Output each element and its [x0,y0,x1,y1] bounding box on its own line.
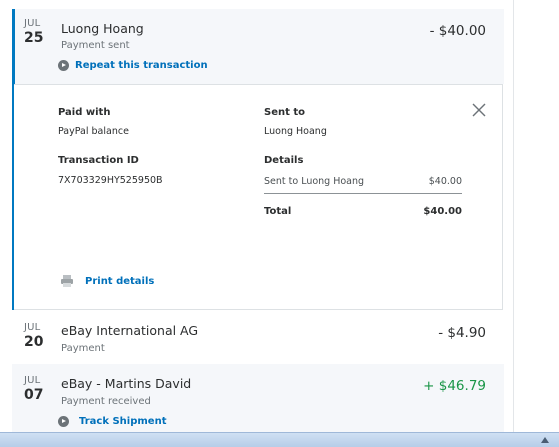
transaction-name: eBay - Martins David [61,376,192,391]
taskbar [0,432,559,447]
details-divider [264,193,462,194]
transaction-row[interactable]: JUL 25 Luong Hoang Payment sent - $40.00… [12,9,504,84]
date-day: 20 [24,334,44,350]
line-item-label: Sent to Luong Hoang [264,176,365,187]
transaction-amount: + $46.79 [423,378,486,394]
repeat-transaction-link[interactable]: Repeat this transaction [75,60,208,71]
transaction-id-label: Transaction ID [58,155,139,166]
transaction-details-panel: Paid with PayPal balance Transaction ID … [14,84,503,310]
transaction-row[interactable]: JUL 07 eBay - Martins David Payment rece… [12,364,504,432]
sent-to-value: Luong Hoang [264,126,327,137]
track-shipment-link[interactable]: Track Shipment [79,416,166,427]
date-month: JUL [24,375,41,386]
date-month: JUL [24,322,41,333]
total-label: Total [264,206,292,217]
date-month: JUL [24,18,41,29]
transaction-status: Payment received [61,396,151,407]
details-label: Details [264,155,304,166]
transaction-amount: - $4.90 [438,325,486,341]
sent-to-label: Sent to [264,107,306,118]
transaction-row[interactable]: JUL 20 eBay International AG Payment - $… [12,311,504,364]
date-day: 07 [24,387,44,403]
line-item-amount: $40.00 [428,176,462,187]
transaction-id-value: 7X703329HY525950B [58,175,163,186]
transaction-amount: - $40.00 [429,23,486,39]
chevron-up-icon[interactable] [541,437,549,443]
repeat-icon [58,60,69,71]
scroll-rail [513,0,514,432]
close-icon[interactable] [471,102,487,118]
transaction-name: eBay International AG [61,323,199,338]
total-amount: $40.00 [423,206,462,217]
paid-with-label: Paid with [58,107,111,118]
transaction-status: Payment sent [61,40,130,51]
printer-icon [61,275,73,287]
date-day: 25 [24,30,44,46]
transaction-name: Luong Hoang [61,21,144,36]
track-shipment-icon [58,416,69,427]
transaction-status: Payment [61,343,105,354]
print-details-link[interactable]: Print details [85,276,154,287]
paid-with-value: PayPal balance [58,126,129,137]
